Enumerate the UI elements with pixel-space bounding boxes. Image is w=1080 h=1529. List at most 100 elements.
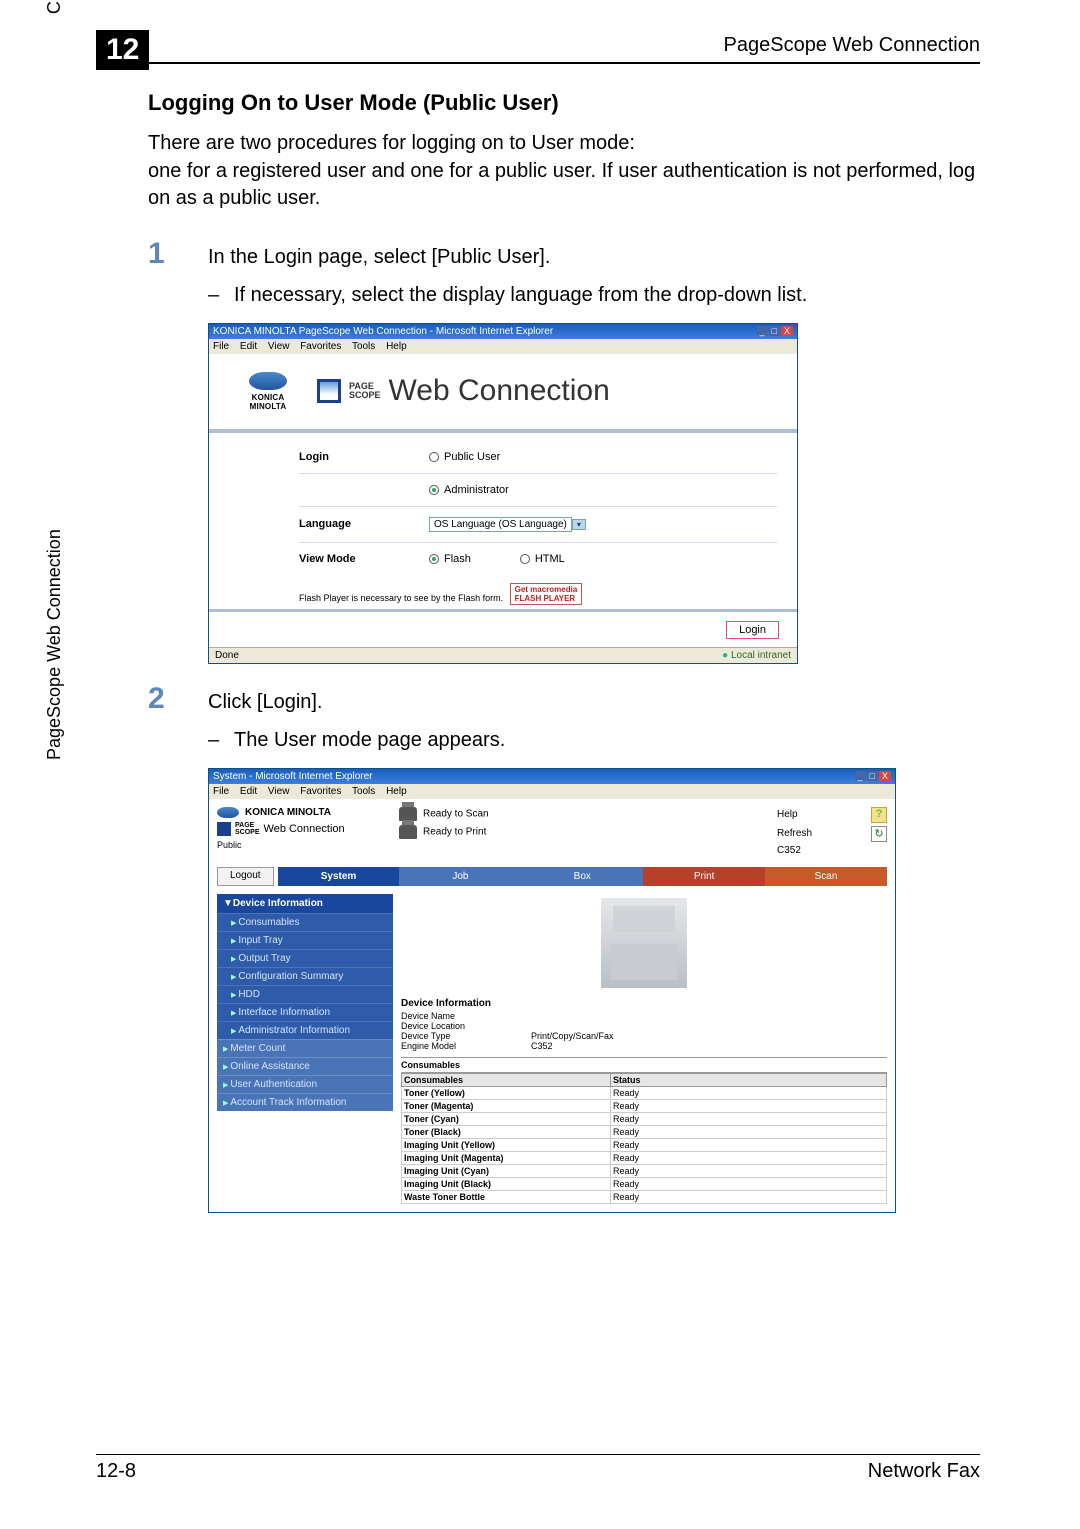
section-heading: Logging On to User Mode (Public User) <box>148 90 980 116</box>
public-user-radio[interactable] <box>429 452 439 462</box>
consumable-row: Toner (Magenta)Ready <box>401 1100 887 1113</box>
menu-favorites[interactable]: Favorites <box>300 341 341 352</box>
con-status: Ready <box>611 1139 887 1152</box>
sidebar-top-item[interactable]: Meter Count <box>217 1039 393 1057</box>
chevron-down-icon[interactable]: ▾ <box>572 519 586 530</box>
con-name: Toner (Magenta) <box>401 1100 611 1113</box>
window-title: KONICA MINOLTA PageScope Web Connection … <box>213 326 553 337</box>
bullet-dash: – <box>208 281 234 309</box>
tab-system[interactable]: System <box>278 867 400 886</box>
login-label: Login <box>299 451 429 463</box>
minimize-icon[interactable]: _ <box>855 771 866 781</box>
maximize-icon[interactable]: □ <box>867 771 878 781</box>
device-info-title: Device Information <box>401 998 887 1009</box>
html-radio[interactable] <box>520 554 530 564</box>
window-controls[interactable]: _□X <box>854 771 891 782</box>
figure-login-page: KONICA MINOLTA PageScope Web Connection … <box>208 323 798 664</box>
consumable-row: Imaging Unit (Magenta)Ready <box>401 1152 887 1165</box>
menu-tools[interactable]: Tools <box>352 341 375 352</box>
menu-view[interactable]: View <box>268 341 290 352</box>
menu-bar[interactable]: File Edit View Favorites Tools Help <box>209 784 895 799</box>
con-name: Imaging Unit (Magenta) <box>401 1152 611 1165</box>
consumable-row: Toner (Yellow)Ready <box>401 1087 887 1100</box>
tab-box[interactable]: Box <box>521 867 643 886</box>
printer-status: Ready to Scan Ready to Print <box>393 807 777 839</box>
close-icon[interactable]: X <box>781 326 793 336</box>
menu-file[interactable]: File <box>213 786 229 797</box>
con-status: Ready <box>611 1113 887 1126</box>
section-description: There are two procedures for logging on … <box>148 130 980 213</box>
minimize-icon[interactable]: _ <box>757 326 768 336</box>
menu-favorites[interactable]: Favorites <box>300 786 341 797</box>
step-text: Click [Login]. <box>208 688 323 716</box>
flash-radio[interactable] <box>429 554 439 564</box>
bullet-text: If necessary, select the display languag… <box>234 281 807 309</box>
refresh-icon[interactable] <box>871 826 887 842</box>
viewmode-label: View Mode <box>299 553 429 565</box>
get-flash-button[interactable]: Get macromediaFLASH PLAYER <box>510 583 583 605</box>
menu-bar[interactable]: File Edit View Favorites Tools Help <box>209 339 797 354</box>
sidebar-top-item[interactable]: User Authentication <box>217 1075 393 1093</box>
tab-row: Logout System Job Box Print Scan <box>209 867 895 886</box>
sidebar-item[interactable]: Interface Information <box>217 1003 393 1021</box>
menu-edit[interactable]: Edit <box>240 341 257 352</box>
logout-button[interactable]: Logout <box>217 867 274 886</box>
sidebar-item[interactable]: Input Tray <box>217 931 393 949</box>
sidebar-item[interactable]: Consumables <box>217 913 393 931</box>
pagescope-sub: PAGESCOPE Web Connection <box>217 822 393 836</box>
pagescope-icon <box>317 379 341 403</box>
konica-minolta-logo: KONICA MINOLTA <box>239 372 297 411</box>
menu-help[interactable]: Help <box>386 341 407 352</box>
con-status: Ready <box>611 1152 887 1165</box>
menu-tools[interactable]: Tools <box>352 786 375 797</box>
maximize-icon[interactable]: □ <box>769 326 780 336</box>
help-icon[interactable]: ? <box>871 807 887 823</box>
con-name: Imaging Unit (Yellow) <box>401 1139 611 1152</box>
tab-scan[interactable]: Scan <box>765 867 887 886</box>
con-name: Toner (Cyan) <box>401 1113 611 1126</box>
step-2: 2 Click [Login]. <box>148 688 980 716</box>
login-button[interactable]: Login <box>726 621 779 639</box>
administrator-radio[interactable] <box>429 485 439 495</box>
di-val: Print/Copy/Scan/Fax <box>531 1031 614 1041</box>
sidebar-item[interactable]: Configuration Summary <box>217 967 393 985</box>
refresh-link[interactable]: Refresh <box>777 828 812 839</box>
pagescope-big-text: Web Connection <box>389 374 610 408</box>
tab-print[interactable]: Print <box>643 867 765 886</box>
km-globe-icon <box>249 372 287 390</box>
status-bar: Done Local intranet <box>209 647 797 663</box>
con-status: Ready <box>611 1087 887 1100</box>
top-panel: KONICA MINOLTA PAGESCOPE Web Connection … <box>209 799 895 867</box>
language-select[interactable]: OS Language (OS Language) <box>429 517 572 532</box>
sidebar-item[interactable]: Administrator Information <box>217 1021 393 1039</box>
sidebar-item[interactable]: Output Tray <box>217 949 393 967</box>
sidebar-item[interactable]: HDD <box>217 985 393 1003</box>
menu-file[interactable]: File <box>213 341 229 352</box>
tab-job[interactable]: Job <box>399 867 521 886</box>
consumable-row: Imaging Unit (Cyan)Ready <box>401 1165 887 1178</box>
con-status: Ready <box>611 1126 887 1139</box>
sidebar-heading[interactable]: ▼Device Information <box>217 894 393 913</box>
side-running-label: PageScope Web Connection Chapter 12 <box>44 0 65 760</box>
close-icon[interactable]: X <box>879 771 891 781</box>
sidebar-top-item[interactable]: Account Track Information <box>217 1093 393 1111</box>
con-head-l: Consumables <box>401 1073 611 1087</box>
con-status: Ready <box>611 1191 887 1204</box>
window-controls[interactable]: _□X <box>756 326 793 337</box>
sidebar-top-item[interactable]: Online Assistance <box>217 1057 393 1075</box>
di-key: Device Location <box>401 1021 531 1031</box>
menu-help[interactable]: Help <box>386 786 407 797</box>
brand-row: KONICA MINOLTA <box>217 807 393 818</box>
window-titlebar: System - Microsoft Internet Explorer _□X <box>209 769 895 784</box>
logo-header: KONICA MINOLTA PAGESCOPE Web Connection <box>209 354 797 433</box>
help-link[interactable]: Help <box>777 809 798 820</box>
di-key: Engine Model <box>401 1041 531 1051</box>
sidebar: ▼Device Information Consumables Input Tr… <box>217 894 393 1111</box>
step-text: In the Login page, select [Public User]. <box>208 243 550 271</box>
menu-view[interactable]: View <box>268 786 290 797</box>
con-status: Ready <box>611 1178 887 1191</box>
menu-edit[interactable]: Edit <box>240 786 257 797</box>
bullet-dash: – <box>208 726 234 754</box>
consumable-row: Imaging Unit (Black)Ready <box>401 1178 887 1191</box>
user-mode-label: Public <box>217 840 393 850</box>
